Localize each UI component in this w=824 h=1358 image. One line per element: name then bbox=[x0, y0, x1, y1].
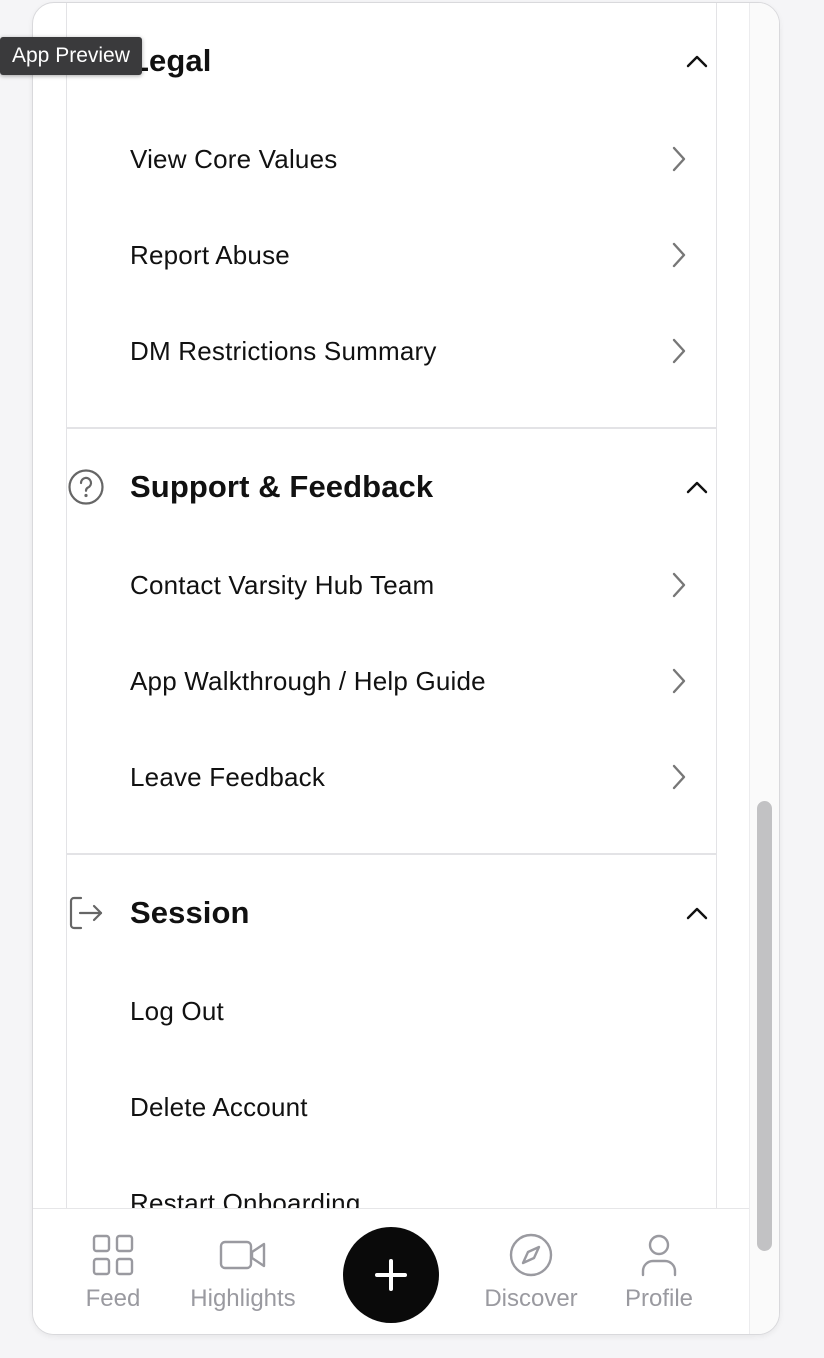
chevron-up-icon bbox=[684, 48, 710, 74]
app-preview-tooltip: App Preview bbox=[0, 37, 142, 75]
scrollbar-thumb[interactable] bbox=[757, 801, 772, 1251]
plus-icon bbox=[375, 1259, 407, 1291]
chevron-right-icon bbox=[666, 762, 692, 792]
section-divider bbox=[66, 853, 717, 855]
chevron-right-icon bbox=[666, 570, 692, 600]
section-title-support: Support & Feedback bbox=[130, 469, 434, 504]
section-header-support[interactable]: Support & Feedback bbox=[66, 457, 714, 517]
phone-frame: Legal View Core Values Report Abuse DM R… bbox=[32, 2, 780, 1335]
section-header-legal[interactable]: Legal bbox=[66, 31, 714, 91]
row-log-out[interactable]: Log Out bbox=[66, 976, 714, 1046]
row-label: DM Restrictions Summary bbox=[130, 335, 437, 366]
logout-icon bbox=[66, 893, 106, 933]
row-label: Contact Varsity Hub Team bbox=[130, 569, 435, 600]
chevron-up-icon bbox=[684, 474, 710, 500]
row-restart-onboarding[interactable]: Restart Onboarding bbox=[66, 1168, 714, 1209]
row-dm-restrictions[interactable]: DM Restrictions Summary bbox=[66, 316, 714, 386]
row-help-guide[interactable]: App Walkthrough / Help Guide bbox=[66, 646, 714, 716]
create-post-button[interactable] bbox=[343, 1227, 439, 1323]
row-label: Leave Feedback bbox=[130, 761, 326, 792]
section-divider bbox=[66, 427, 717, 429]
row-label: Log Out bbox=[130, 995, 224, 1026]
chevron-right-icon bbox=[666, 336, 692, 366]
grid-icon bbox=[89, 1231, 137, 1279]
chevron-right-icon bbox=[666, 240, 692, 270]
chevron-right-icon bbox=[666, 144, 692, 174]
user-icon bbox=[635, 1231, 683, 1279]
nav-profile[interactable]: Profile bbox=[615, 1209, 703, 1334]
video-camera-icon bbox=[219, 1231, 267, 1279]
section-title-session: Session bbox=[130, 895, 250, 930]
settings-scroll-area[interactable]: Legal View Core Values Report Abuse DM R… bbox=[33, 3, 779, 1209]
nav-label: Discover bbox=[484, 1285, 578, 1312]
row-report-abuse[interactable]: Report Abuse bbox=[66, 220, 714, 290]
nav-highlights[interactable]: Highlights bbox=[181, 1209, 305, 1334]
row-label: View Core Values bbox=[130, 143, 338, 174]
row-view-core-values[interactable]: View Core Values bbox=[66, 124, 714, 194]
chevron-right-icon bbox=[666, 666, 692, 696]
row-label: Report Abuse bbox=[130, 239, 290, 270]
row-leave-feedback[interactable]: Leave Feedback bbox=[66, 742, 714, 812]
section-header-session[interactable]: Session bbox=[66, 883, 714, 943]
row-label: Restart Onboarding bbox=[130, 1187, 361, 1209]
nav-label: Profile bbox=[624, 1285, 694, 1312]
nav-label: Feed bbox=[85, 1285, 141, 1312]
compass-icon bbox=[507, 1231, 555, 1279]
nav-label: Highlights bbox=[190, 1285, 296, 1312]
chevron-up-icon bbox=[684, 900, 710, 926]
bottom-nav: Feed Highlights Discover Profile bbox=[33, 1208, 749, 1334]
row-delete-account[interactable]: Delete Account bbox=[66, 1072, 714, 1142]
nav-feed[interactable]: Feed bbox=[73, 1209, 153, 1334]
section-title-legal: Legal bbox=[130, 43, 212, 78]
row-contact-team[interactable]: Contact Varsity Hub Team bbox=[66, 550, 714, 620]
row-label: Delete Account bbox=[130, 1091, 308, 1122]
nav-discover[interactable]: Discover bbox=[479, 1209, 583, 1334]
help-circle-icon bbox=[66, 467, 106, 507]
row-label: App Walkthrough / Help Guide bbox=[130, 665, 486, 696]
